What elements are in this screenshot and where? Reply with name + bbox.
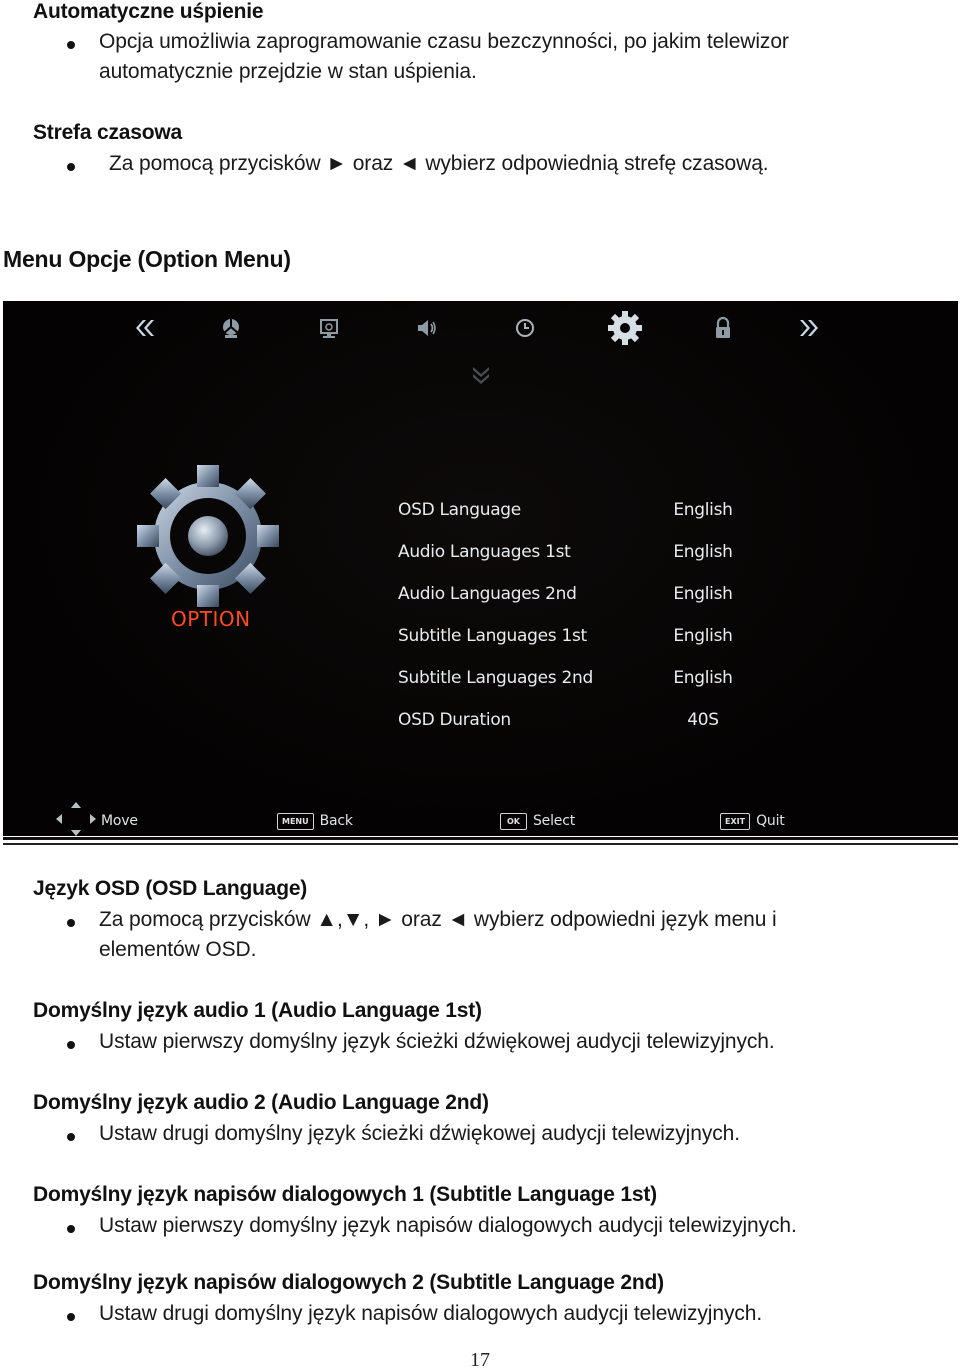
section-heading-osd-language: Język OSD (OSD Language)	[33, 877, 308, 900]
menu-item-value[interactable]: English	[668, 500, 738, 520]
double-chevron-right-icon[interactable]	[797, 315, 823, 341]
section-heading-subtitle-language-2nd: Domyślny język napisów dialogowych 2 (Su…	[33, 1271, 664, 1294]
screenshot-border-line	[3, 843, 958, 845]
menu-item-label: Subtitle Languages 2nd	[398, 668, 593, 688]
menu-item-label: Subtitle Languages 1st	[398, 626, 587, 646]
option-section-label: OPTION	[171, 607, 251, 631]
ok-key-icon: OK	[500, 812, 527, 830]
screenshot-border-line	[3, 837, 958, 840]
monitor-icon[interactable]	[316, 315, 342, 341]
menu-item-value[interactable]: 40S	[668, 710, 738, 730]
lock-icon[interactable]	[710, 315, 736, 341]
hint-label: Quit	[756, 813, 785, 829]
section-heading-time-zone: Strefa czasowa	[33, 121, 182, 144]
gear-icon[interactable]	[606, 309, 644, 347]
bullet-text-continued: automatycznie przejdzie w stan uśpienia.	[99, 60, 477, 83]
double-chevron-left-icon[interactable]	[131, 315, 157, 341]
tv-option-menu-screenshot: OPTION OSD Language English Audio Langua…	[3, 301, 958, 836]
double-chevron-down-icon	[469, 365, 493, 385]
hint-label: Select	[533, 813, 575, 829]
hint-select[interactable]: OK Select	[500, 809, 575, 833]
bullet-dot	[67, 1313, 75, 1321]
bullet-text-continued: elementów OSD.	[99, 938, 257, 961]
satellite-icon[interactable]	[218, 315, 244, 341]
hint-back[interactable]: MENU Back	[277, 809, 353, 833]
menu-key-icon: MENU	[277, 812, 314, 830]
menu-item-label: Audio Languages 1st	[398, 542, 571, 562]
bullet-text: Za pomocą przycisków ▲,▼, ► oraz ◄ wybie…	[99, 908, 777, 931]
section-heading-auto-sleep: Automatyczne uśpienie	[33, 0, 264, 23]
dpad-arrows-icon	[55, 801, 97, 836]
bullet-dot	[67, 919, 75, 927]
section-heading-subtitle-language-1st: Domyślny język napisów dialogowych 1 (Su…	[33, 1183, 657, 1206]
bullet-dot	[67, 1133, 75, 1141]
bullet-dot	[67, 163, 75, 171]
speaker-icon[interactable]	[414, 315, 440, 341]
bullet-text: Ustaw drugi domyślny język ścieżki dźwię…	[99, 1122, 740, 1145]
section-heading-audio-language-2nd: Domyślny język audio 2 (Audio Language 2…	[33, 1091, 489, 1114]
menu-item-audio-language-1st[interactable]: Audio Languages 1st English	[398, 542, 738, 570]
exit-key-icon: EXIT	[720, 812, 751, 830]
menu-item-value[interactable]: English	[668, 668, 738, 688]
bullet-text: Ustaw pierwszy domyślny język ścieżki dź…	[99, 1030, 775, 1053]
menu-item-value[interactable]: English	[668, 626, 738, 646]
menu-item-label: OSD Language	[398, 500, 521, 520]
bullet-text: Ustaw pierwszy domyślny język napisów di…	[99, 1214, 797, 1237]
hint-label: Move	[101, 813, 138, 829]
menu-item-osd-duration[interactable]: OSD Duration 40S	[398, 710, 738, 738]
menu-item-audio-language-2nd[interactable]: Audio Languages 2nd English	[398, 584, 738, 612]
bullet-dot	[67, 41, 75, 49]
menu-item-value[interactable]: English	[668, 584, 738, 604]
page-number: 17	[470, 1349, 490, 1371]
bullet-dot	[67, 1041, 75, 1049]
bullet-dot	[67, 1225, 75, 1233]
menu-item-value[interactable]: English	[668, 542, 738, 562]
menu-item-label: OSD Duration	[398, 710, 511, 730]
clock-icon[interactable]	[512, 315, 538, 341]
bullet-text: Ustaw drugi domyślny język napisów dialo…	[99, 1302, 763, 1325]
option-gear-icon	[133, 461, 283, 611]
menu-item-osd-language[interactable]: OSD Language English	[398, 500, 738, 528]
menu-item-label: Audio Languages 2nd	[398, 584, 577, 604]
menu-item-subtitle-language-2nd[interactable]: Subtitle Languages 2nd English	[398, 668, 738, 696]
bullet-text: Za pomocą przycisków ► oraz ◄ wybierz od…	[109, 152, 769, 175]
hint-label: Back	[319, 813, 353, 829]
section-heading-audio-language-1st: Domyślny język audio 1 (Audio Language 1…	[33, 999, 482, 1022]
menu-section-heading: Menu Opcje (Option Menu)	[3, 246, 291, 272]
hint-move: Move	[99, 809, 138, 833]
hint-quit[interactable]: EXIT Quit	[720, 809, 785, 833]
bullet-text: Opcja umożliwia zaprogramowanie czasu be…	[99, 30, 789, 53]
menu-item-subtitle-language-1st[interactable]: Subtitle Languages 1st English	[398, 626, 738, 654]
